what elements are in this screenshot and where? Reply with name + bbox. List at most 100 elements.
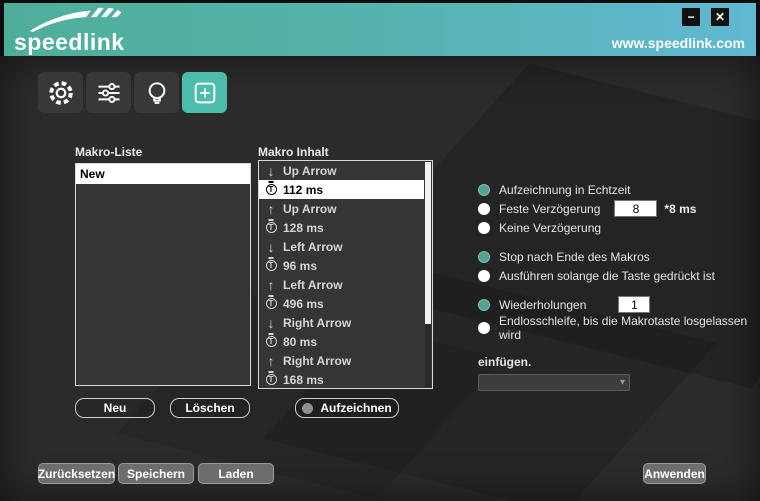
radio-button[interactable] bbox=[478, 203, 490, 215]
timer-icon-glyph: T bbox=[266, 260, 277, 271]
minimize-button[interactable]: − bbox=[682, 8, 700, 26]
option-row: Keine Verzögerung bbox=[478, 218, 750, 237]
timer-icon: T bbox=[259, 336, 283, 347]
value-input[interactable] bbox=[614, 200, 657, 217]
title-bar: speedlink − ✕ www.speedlink.com bbox=[4, 3, 756, 56]
website-link[interactable]: www.speedlink.com bbox=[612, 35, 745, 51]
delete-button-label: Löschen bbox=[185, 401, 234, 415]
radio-label: Keine Verzögerung bbox=[499, 221, 601, 235]
macro-content-item-label: 112 ms bbox=[283, 183, 323, 197]
macro-content-item[interactable]: ↓ Up Arrow bbox=[259, 161, 424, 180]
tab-performance[interactable] bbox=[86, 72, 131, 113]
timer-icon: T bbox=[259, 374, 283, 385]
arrow-up-icon: ↑ bbox=[259, 278, 283, 292]
speedlink-logo: speedlink bbox=[12, 4, 132, 56]
radio-button[interactable] bbox=[478, 251, 490, 263]
arrow-glyph: ↑ bbox=[268, 354, 275, 368]
timer-icon: T bbox=[259, 184, 283, 195]
macro-content-item[interactable]: ↓Right Arrow bbox=[259, 313, 424, 332]
arrow-glyph: ↓ bbox=[268, 164, 275, 178]
timer-icon-glyph: T bbox=[266, 374, 277, 385]
delete-button[interactable]: Löschen bbox=[170, 398, 250, 418]
chevron-down-icon: ▾ bbox=[620, 376, 625, 390]
new-button[interactable]: Neu bbox=[75, 398, 155, 418]
macro-content-item[interactable]: T 96 ms bbox=[259, 256, 424, 275]
macro-list[interactable]: New bbox=[75, 163, 251, 386]
new-button-label: Neu bbox=[104, 401, 127, 415]
tab-settings[interactable] bbox=[38, 72, 83, 113]
arrow-glyph: ↑ bbox=[268, 202, 275, 216]
main-panel: Makro-Liste Makro Inhalt New ↓Up ArrowT1… bbox=[0, 56, 760, 501]
macro-content-item[interactable]: T 128 ms bbox=[259, 218, 424, 237]
radio-button[interactable] bbox=[478, 322, 490, 334]
timer-icon-glyph: T bbox=[266, 298, 277, 309]
timer-icon: T bbox=[259, 260, 283, 271]
macro-content-label: Makro Inhalt bbox=[258, 145, 329, 159]
close-button[interactable]: ✕ bbox=[711, 8, 729, 26]
option-row: Feste Verzögerung*8 ms bbox=[478, 199, 750, 218]
timer-icon-glyph: T bbox=[266, 184, 277, 195]
plus-square-icon bbox=[191, 79, 219, 107]
radio-label: Endlosschleife, bis die Makrotaste losge… bbox=[499, 314, 750, 342]
option-row: Stop nach Ende des Makros bbox=[478, 247, 750, 266]
macro-content-item-label: Left Arrow bbox=[283, 240, 343, 254]
insert-label: einfügen. bbox=[478, 355, 750, 369]
timer-icon-glyph: T bbox=[266, 222, 277, 233]
macro-content-item[interactable]: ↑Left Arrow bbox=[259, 275, 424, 294]
record-dot-icon bbox=[302, 403, 313, 414]
radio-label: Aufzeichnung in Echtzeit bbox=[499, 183, 630, 197]
radio-label: Ausführen solange die Taste gedrückt ist bbox=[499, 269, 715, 283]
macro-content-item[interactable]: T 80 ms bbox=[259, 332, 424, 351]
save-button[interactable]: Speichern bbox=[118, 463, 194, 484]
macro-content-item-label: Right Arrow bbox=[283, 316, 351, 330]
macro-content-item[interactable]: T 112 ms bbox=[259, 180, 424, 199]
arrow-up-icon: ↑ bbox=[259, 354, 283, 368]
sliders-icon bbox=[95, 79, 123, 107]
macro-content-item[interactable]: ↑Right Arrow bbox=[259, 351, 424, 370]
record-button-label: Aufzeichnen bbox=[320, 401, 391, 415]
options-panel: Aufzeichnung in Echtzeit Feste Verzögerun… bbox=[478, 180, 750, 391]
scrollbar-thumb[interactable] bbox=[425, 162, 431, 324]
option-row: Aufzeichnung in Echtzeit bbox=[478, 180, 750, 199]
option-group-repeat: WiederholungenEndlosschleife, bis die Ma… bbox=[478, 295, 750, 342]
timer-icon-glyph: T bbox=[266, 336, 277, 347]
macro-content-item-label: Up Arrow bbox=[283, 164, 337, 178]
macro-content-item[interactable]: ↑Up Arrow bbox=[259, 199, 424, 218]
macro-content-item-label: 168 ms bbox=[283, 373, 324, 387]
arrow-glyph: ↓ bbox=[268, 240, 275, 254]
radio-label: Feste Verzögerung bbox=[499, 202, 600, 216]
macro-content-item[interactable]: T 168 ms bbox=[259, 370, 424, 389]
macro-content-item-label: 496 ms bbox=[283, 297, 324, 311]
lightbulb-icon bbox=[143, 79, 171, 107]
macro-content-item[interactable]: ↓ Left Arrow bbox=[259, 237, 424, 256]
option-row: Endlosschleife, bis die Makrotaste losge… bbox=[478, 314, 750, 342]
apply-button[interactable]: Anwenden bbox=[643, 463, 706, 484]
macro-content-item-label: 96 ms bbox=[283, 259, 317, 273]
radio-button[interactable] bbox=[478, 222, 490, 234]
option-row: Ausführen solange die Taste gedrückt ist bbox=[478, 266, 750, 285]
tab-lighting[interactable] bbox=[134, 72, 179, 113]
macro-content-item-label: Left Arrow bbox=[283, 278, 343, 292]
macro-content-item[interactable]: T 496 ms bbox=[259, 294, 424, 313]
gear-icon bbox=[46, 78, 76, 108]
tab-macro[interactable] bbox=[182, 72, 227, 113]
radio-button[interactable] bbox=[478, 299, 490, 311]
reset-button[interactable]: Zurücksetzen bbox=[38, 463, 115, 484]
value-input[interactable] bbox=[618, 296, 650, 313]
macro-content-item-label: 128 ms bbox=[283, 221, 324, 235]
logo-text: speedlink bbox=[14, 29, 125, 56]
macro-content-list[interactable]: ↓ Up Arrow T 112 ms ↑Up Arrow T 128 ms ↓ Left Ar… bbox=[258, 160, 433, 389]
macro-list-item[interactable]: New bbox=[76, 164, 250, 184]
macro-content-item-label: 80 ms bbox=[283, 335, 317, 349]
option-group-delay: Aufzeichnung in Echtzeit Feste Verzögerun… bbox=[478, 180, 750, 237]
load-button[interactable]: Laden bbox=[198, 463, 274, 484]
arrow-down-icon: ↓ bbox=[259, 316, 283, 330]
record-button[interactable]: Aufzeichnen bbox=[295, 398, 399, 418]
insert-dropdown[interactable]: ▾ bbox=[478, 374, 630, 391]
radio-button[interactable] bbox=[478, 270, 490, 282]
toolbar bbox=[38, 72, 227, 113]
radio-button[interactable] bbox=[478, 184, 490, 196]
arrow-down-icon: ↓ bbox=[259, 164, 283, 178]
scrollbar-track[interactable] bbox=[425, 162, 431, 387]
radio-label: Stop nach Ende des Makros bbox=[499, 250, 650, 264]
